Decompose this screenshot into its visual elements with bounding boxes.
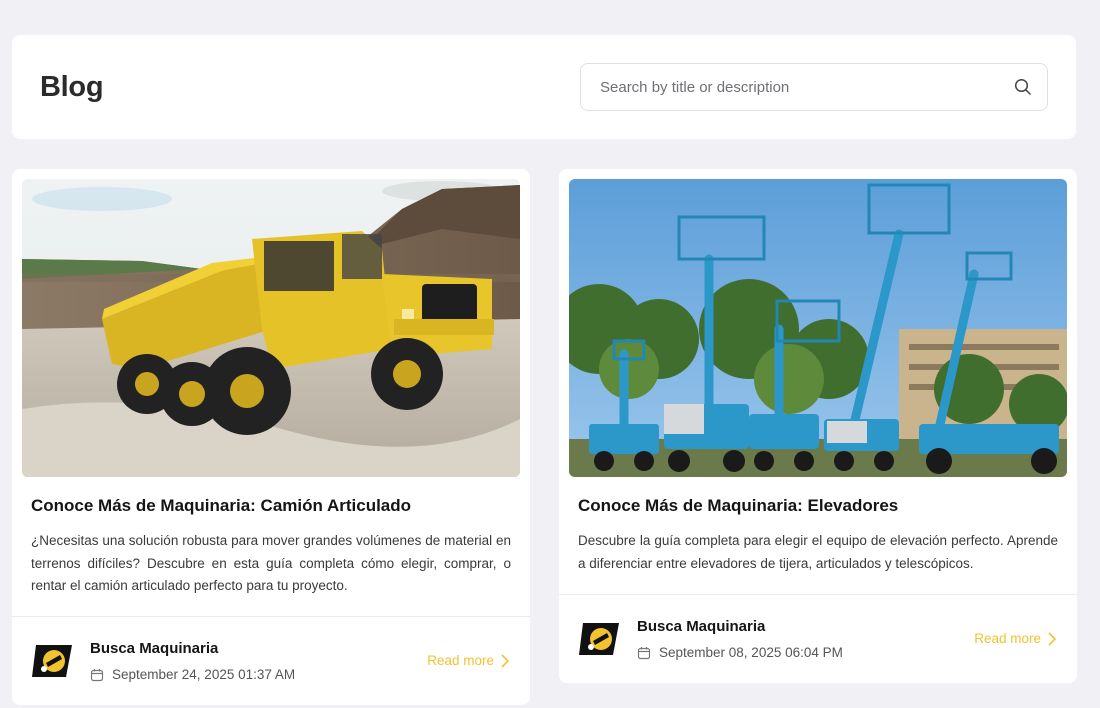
search-box[interactable] (580, 63, 1048, 111)
aerial-lifts-image[interactable] (569, 179, 1067, 477)
read-more-label[interactable]: Read more (427, 653, 494, 668)
blog-post-card[interactable]: Conoce Más de Maquinaria: Camión Articul… (12, 169, 530, 705)
read-more-label[interactable]: Read more (974, 631, 1041, 646)
author-avatar (30, 641, 76, 681)
read-more-link[interactable]: Read more (427, 653, 510, 668)
search-icon[interactable] (1013, 77, 1033, 97)
author-avatar (577, 619, 623, 659)
articulated-truck-image[interactable] (22, 179, 520, 477)
post-date: September 08, 2025 06:04 PM (637, 645, 843, 660)
post-date: September 24, 2025 01:37 AM (90, 667, 295, 682)
post-description: Descubre la guía completa para elegir el… (578, 533, 1058, 571)
chevron-right-icon[interactable] (500, 653, 510, 668)
calendar-icon (90, 668, 104, 682)
calendar-icon (637, 646, 651, 660)
chevron-right-icon[interactable] (1047, 631, 1057, 646)
read-more-link[interactable]: Read more (974, 631, 1057, 646)
blog-post-card[interactable]: Conoce Más de Maquinaria: Elevadores Des… (559, 169, 1077, 683)
post-date-text: September 24, 2025 01:37 AM (112, 667, 296, 682)
post-footer: Busca Maquinaria September 08, 2025 06:0… (559, 595, 1077, 683)
search-input[interactable] (600, 78, 1013, 96)
post-description: ¿Necesitas una solución robusta para mov… (31, 533, 511, 593)
post-title[interactable]: Conoce Más de Maquinaria: Camión Articul… (31, 496, 411, 516)
post-footer: Busca Maquinaria September 24, 2025 01:3… (12, 617, 530, 705)
author-name: Busca Maquinaria (90, 640, 219, 657)
author-name: Busca Maquinaria (637, 618, 766, 635)
page-title: Blog (40, 70, 104, 103)
blog-header: Blog (12, 35, 1076, 139)
post-date-text: September 08, 2025 06:04 PM (659, 645, 843, 660)
post-title[interactable]: Conoce Más de Maquinaria: Elevadores (578, 496, 898, 516)
